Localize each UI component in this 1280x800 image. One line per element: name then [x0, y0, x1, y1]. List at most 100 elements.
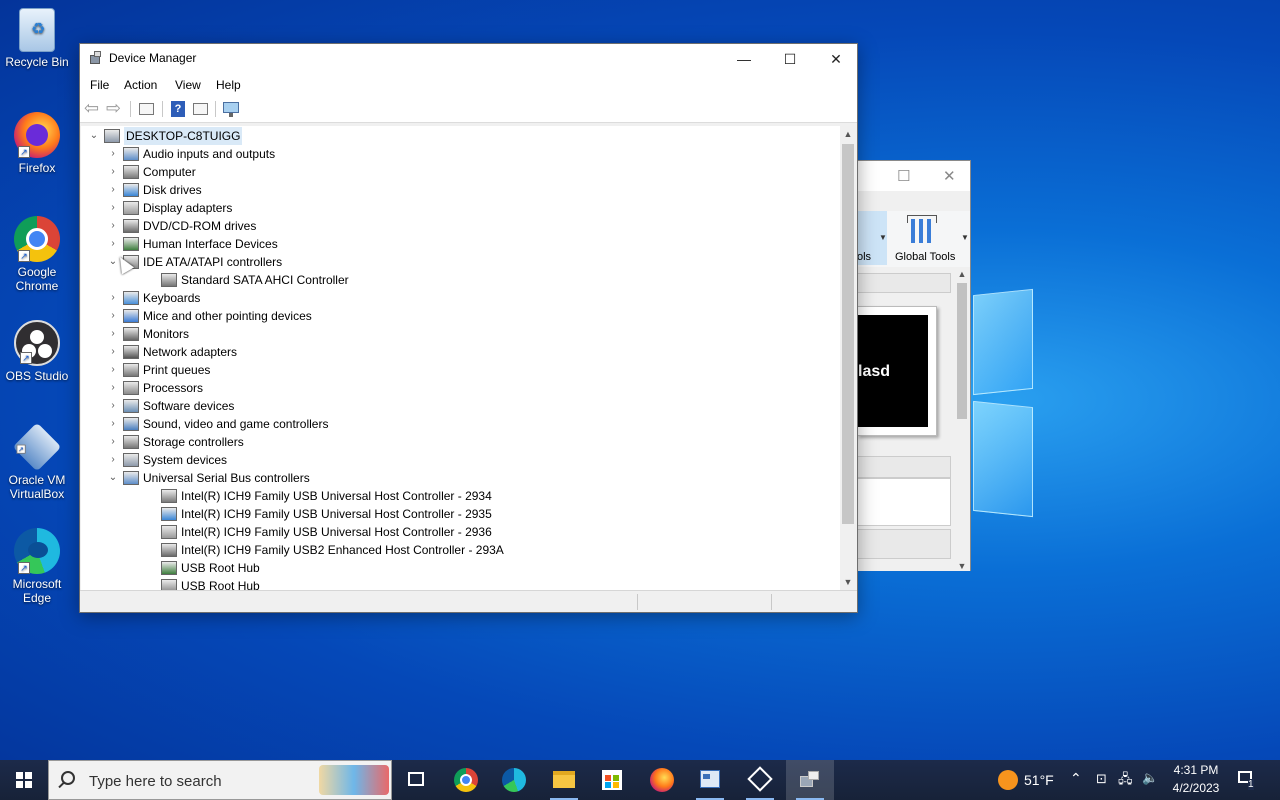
vm-preview: lasd [857, 306, 937, 436]
dropdown-arrow-icon[interactable]: ▼ [961, 233, 969, 242]
ribbon: ols ▼ Global Tools ▼ [857, 211, 970, 267]
background-scrollbar[interactable]: ▲ ▼ [954, 269, 970, 571]
chevron-right-icon[interactable]: › [107, 361, 119, 379]
menu-bar: File Action View Help [80, 74, 857, 96]
device-icon [123, 183, 139, 197]
show-hidden-icon[interactable] [191, 100, 211, 118]
taskbar-chrome[interactable] [442, 760, 490, 800]
device-manager-window[interactable]: Device Manager — ☐ ✕ File Action View He… [79, 43, 858, 613]
device-manager-icon [800, 771, 820, 787]
tree-item-label: Intel(R) ICH9 Family USB Universal Host … [181, 489, 492, 503]
desktop-icon-recycle-bin[interactable]: ♻ Recycle Bin [4, 8, 70, 69]
chevron-right-icon[interactable]: › [107, 433, 119, 451]
menu-help[interactable]: Help [216, 78, 241, 92]
taskbar-device-manager[interactable] [786, 760, 834, 800]
taskbar-edge[interactable] [490, 760, 538, 800]
chevron-right-icon[interactable]: › [107, 199, 119, 217]
scroll-thumb[interactable] [957, 283, 967, 419]
device-icon [161, 489, 177, 503]
folder-icon [553, 771, 575, 788]
chevron-down-icon[interactable]: ⌄ [88, 127, 100, 145]
global-tools-label[interactable]: Global Tools [895, 251, 955, 263]
scroll-up-icon[interactable]: ▲ [954, 269, 970, 279]
device-icon [123, 453, 139, 467]
taskbar-control-panel[interactable] [686, 760, 734, 800]
scroll-up-icon[interactable]: ▲ [840, 126, 856, 142]
chevron-right-icon[interactable]: › [107, 163, 119, 181]
forward-arrow-icon[interactable]: ⇨ [106, 99, 126, 118]
desktop-icon-firefox[interactable]: ↗ Firefox [4, 112, 70, 175]
notification-center-button[interactable]: 1 [1234, 768, 1260, 792]
network-icon[interactable]: 🖧 [1118, 770, 1133, 792]
maximize-button[interactable]: ☐ [767, 44, 813, 74]
taskbar-microsoft-store[interactable] [588, 760, 636, 800]
chevron-right-icon[interactable]: › [107, 451, 119, 469]
background-window[interactable]: ☐ ✕ ols ▼ Global Tools ▼ lasd ▲ ▼ [856, 160, 971, 571]
desktop-icon-microsoft-edge[interactable]: ↗ Microsoft Edge [4, 528, 70, 605]
desktop-icon-label: Firefox [18, 161, 56, 175]
desktop-icon-virtualbox[interactable]: ↗ Oracle VM VirtualBox [4, 422, 70, 501]
chevron-right-icon[interactable]: › [107, 379, 119, 397]
chevron-right-icon[interactable]: › [107, 343, 119, 361]
show-hidden-icons-chevron-icon[interactable]: ⌃ [1070, 770, 1082, 787]
close-icon[interactable]: ✕ [943, 167, 956, 185]
desktop-icon-label: OBS Studio [5, 369, 69, 383]
chevron-right-icon[interactable]: › [107, 307, 119, 325]
global-tools-icon[interactable] [907, 215, 941, 245]
scroll-down-icon[interactable]: ▼ [840, 574, 856, 590]
dropdown-arrow-icon[interactable]: ▼ [879, 233, 887, 242]
close-icon: ✕ [830, 51, 842, 67]
menu-action[interactable]: Action [124, 78, 157, 92]
maximize-icon[interactable]: ☐ [897, 167, 910, 185]
chevron-right-icon[interactable]: › [107, 415, 119, 433]
chevron-right-icon[interactable]: › [107, 181, 119, 199]
vm-preview-text: lasd [858, 363, 891, 380]
search-box[interactable]: Type here to search [48, 760, 392, 800]
chevron-right-icon[interactable]: › [107, 145, 119, 163]
help-icon[interactable]: ? [169, 100, 189, 118]
clock-date[interactable]: 4/2/2023 [1166, 781, 1226, 795]
chevron-right-icon[interactable]: › [107, 235, 119, 253]
tree-item-label: USB Root Hub [181, 579, 260, 590]
tree-scrollbar[interactable]: ▲ ▼ [840, 126, 856, 590]
chevron-right-icon[interactable]: › [107, 217, 119, 235]
close-button[interactable]: ✕ [813, 44, 859, 74]
weather-icon[interactable] [998, 770, 1018, 790]
chevron-right-icon[interactable]: › [107, 289, 119, 307]
start-button[interactable] [0, 760, 48, 800]
chrome-icon: ↗ [14, 216, 60, 262]
desktop-icon-obs-studio[interactable]: ↗ OBS Studio [4, 320, 70, 383]
device-tree[interactable]: ⌄ DESKTOP-C8TUIGG › Audio inputs and output… [81, 126, 841, 590]
chevron-right-icon[interactable]: › [107, 397, 119, 415]
status-bar [80, 590, 857, 612]
minimize-button[interactable]: — [721, 44, 767, 74]
tree-item-label: Mice and other pointing devices [143, 309, 312, 323]
properties-icon[interactable] [137, 100, 157, 118]
scroll-thumb[interactable] [842, 144, 854, 524]
menu-file[interactable]: File [90, 78, 109, 92]
taskbar-virtualbox[interactable] [736, 760, 784, 800]
taskbar-firefox[interactable] [638, 760, 686, 800]
desktop-icon-label: Oracle VM VirtualBox [8, 473, 66, 501]
chevron-down-icon[interactable]: ⌄ [107, 469, 119, 487]
volume-icon[interactable]: 🔈 [1142, 770, 1158, 786]
taskbar-file-explorer[interactable] [540, 760, 588, 800]
desktop-icon-google-chrome[interactable]: ↗ Google Chrome [4, 216, 70, 293]
tree-item-label: Intel(R) ICH9 Family USB Universal Host … [181, 525, 492, 539]
scan-hardware-icon[interactable] [222, 100, 242, 118]
maximize-icon: ☐ [783, 51, 797, 67]
task-view-button[interactable] [392, 760, 440, 800]
clock-time[interactable]: 4:31 PM [1166, 763, 1226, 777]
device-icon [123, 201, 139, 215]
tree-item-label: Intel(R) ICH9 Family USB2 Enhanced Host … [181, 543, 504, 557]
meet-now-icon[interactable]: ⊡ [1096, 771, 1107, 787]
device-icon [161, 543, 177, 557]
tree-item-label: Audio inputs and outputs [143, 147, 276, 161]
weather-temperature[interactable]: 51°F [1024, 772, 1054, 788]
virtualbox-icon: ↗ [12, 422, 62, 472]
scroll-down-icon[interactable]: ▼ [954, 561, 970, 571]
chevron-right-icon[interactable]: › [107, 325, 119, 343]
back-arrow-icon[interactable]: ⇦ [84, 99, 104, 118]
edge-icon: ↗ [14, 528, 60, 574]
menu-view[interactable]: View [175, 78, 201, 92]
